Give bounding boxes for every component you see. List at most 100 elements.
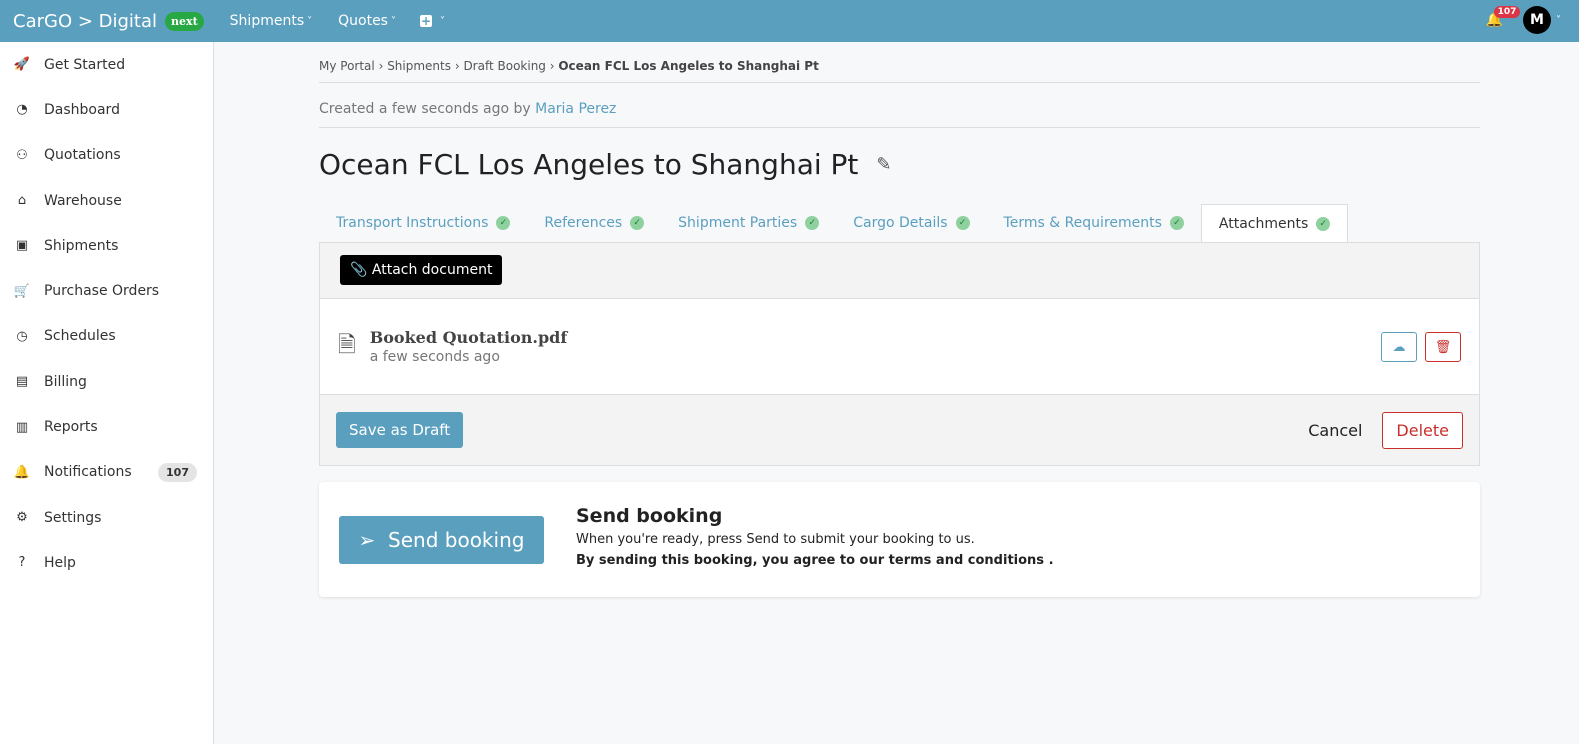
warehouse-icon: ⌂ (17, 193, 27, 209)
check-circle-icon: ✓ (1316, 216, 1331, 231)
file-time: a few seconds ago (369, 349, 500, 365)
brand-name: CarGO > Digital (13, 10, 158, 32)
sidebar-item-label: Help (44, 554, 76, 571)
sidebar-item-warehouse[interactable]: ⌂ Warehouse (0, 178, 213, 223)
save-draft-button[interactable]: Save as Draft (336, 412, 464, 448)
sidebar-item-notifications[interactable]: 🔔 Notifications 107 (0, 450, 213, 495)
gear-icon: ⚙ (16, 510, 28, 526)
attachment-item: 🗎 Booked Quotation.pdf a few seconds ago … (320, 299, 1479, 395)
attach-label: Attach document (371, 262, 493, 278)
tab-attachments[interactable]: Attachments ✓ (1200, 204, 1349, 242)
tab-label: Terms & Requirements (1003, 215, 1162, 231)
creator-link[interactable]: Maria Perez (535, 101, 616, 117)
created-text: Created a few seconds ago by (319, 101, 531, 117)
paper-plane-icon: ➢ (358, 527, 376, 552)
help-icon: ? (18, 555, 26, 571)
gauge-icon: ◔ (16, 102, 28, 118)
clock-icon: ◷ (16, 328, 28, 344)
send-booking-button[interactable]: ➢ Send booking (339, 515, 544, 564)
edit-icon[interactable]: ✎ (876, 154, 891, 175)
tab-transport-instructions[interactable]: Transport Instructions ✓ (319, 204, 527, 242)
sidebar-item-label: Dashboard (44, 101, 120, 118)
send-booking-card: ➢ Send booking Send booking When you're … (319, 482, 1480, 597)
file-name[interactable]: Booked Quotation.pdf (370, 328, 568, 347)
delete-button[interactable]: Delete (1382, 411, 1463, 449)
plus-icon: + (419, 14, 432, 28)
billing-icon: ▤ (15, 374, 29, 390)
create-menu[interactable]: + ˅ (419, 14, 445, 28)
chevron-down-icon[interactable]: ˅ (1556, 15, 1561, 26)
tab-label: Cargo Details (853, 215, 948, 231)
rocket-icon: 🚀 (13, 57, 31, 73)
send-button-label: Send booking (388, 527, 525, 552)
paperclip-icon: 📎 (350, 262, 368, 278)
sidebar-item-label: Warehouse (44, 192, 122, 209)
sidebar-item-label: Shipments (44, 237, 119, 254)
notification-count: 107 (1493, 6, 1521, 18)
cart-icon: 🛒 (13, 283, 31, 299)
check-circle-icon: ✓ (630, 216, 645, 230)
sidebar-item-label: Schedules (44, 328, 116, 345)
main-content: My Portal › Shipments › Draft Booking › … (319, 42, 1480, 597)
next-badge: next (165, 11, 204, 31)
notifications-button[interactable]: 🔔 107 (1486, 6, 1521, 28)
breadcrumb-draft-booking[interactable]: Draft Booking (463, 59, 545, 73)
handshake-icon: ⚇ (16, 147, 28, 163)
nav-quotes[interactable]: Quotes ˅ (338, 13, 396, 29)
sidebar-item-dashboard[interactable]: ◔ Dashboard (0, 87, 213, 132)
sidebar-item-label: Billing (44, 373, 87, 390)
breadcrumb: My Portal › Shipments › Draft Booking › … (319, 59, 1480, 83)
check-circle-icon: ✓ (1169, 216, 1184, 230)
terms-text[interactable]: By sending this booking, you agree to ou… (576, 553, 1054, 568)
sidebar-item-label: Settings (44, 509, 102, 526)
chart-icon: ▥ (15, 419, 29, 435)
sidebar-item-billing[interactable]: ▤ Billing (0, 359, 213, 404)
delete-file-button[interactable]: 🗑 (1425, 331, 1461, 362)
chevron-down-icon: ˅ (390, 15, 396, 27)
breadcrumb-my-portal[interactable]: My Portal (319, 59, 375, 73)
breadcrumb-shipments[interactable]: Shipments (387, 59, 451, 73)
nav-label: Shipments (229, 13, 305, 29)
sidebar-item-schedules[interactable]: ◷ Schedules (0, 314, 213, 359)
tab-label: References (544, 215, 623, 231)
sidebar-item-shipments[interactable]: ▣ Shipments (0, 223, 213, 268)
title-text: Ocean FCL Los Angeles to Shanghai Pt (319, 148, 859, 181)
sidebar-item-quotations[interactable]: ⚇ Quotations (0, 133, 213, 178)
download-button[interactable]: ☁ (1381, 331, 1417, 362)
sidebar-item-get-started[interactable]: 🚀 Get Started (0, 42, 213, 87)
chevron-down-icon: ˅ (439, 15, 445, 27)
cloud-download-icon: ☁ (1392, 338, 1406, 354)
tab-references[interactable]: References ✓ (527, 204, 661, 242)
avatar[interactable]: M (1523, 6, 1551, 34)
attach-document-button[interactable]: 📎 Attach document (340, 255, 503, 285)
page-title: Ocean FCL Los Angeles to Shanghai Pt ✎ (319, 148, 1480, 181)
sidebar-item-purchase-orders[interactable]: 🛒 Purchase Orders (0, 268, 213, 313)
tab-label: Transport Instructions (336, 215, 489, 231)
created-info: Created a few seconds ago by Maria Perez (319, 83, 1480, 128)
brand-logo[interactable]: CarGO > Digital next (13, 11, 204, 32)
tab-terms-requirements[interactable]: Terms & Requirements ✓ (987, 204, 1201, 242)
sidebar-item-reports[interactable]: ▥ Reports (0, 404, 213, 449)
sidebar-item-help[interactable]: ? Help (0, 540, 213, 585)
tab-label: Attachments (1218, 215, 1309, 232)
breadcrumb-current: Ocean FCL Los Angeles to Shanghai Pt (558, 59, 819, 73)
tab-label: Shipment Parties (678, 215, 798, 231)
check-circle-icon: ✓ (805, 216, 820, 230)
cancel-button[interactable]: Cancel (1288, 412, 1382, 449)
tab-shipment-parties[interactable]: Shipment Parties ✓ (661, 204, 836, 242)
nav-shipments[interactable]: Shipments ˅ (230, 13, 312, 29)
chevron-down-icon: ˅ (307, 15, 313, 27)
sidebar-item-label: Reports (44, 419, 98, 436)
nav-label: Quotes (338, 13, 388, 29)
sidebar-item-label: Get Started (44, 56, 126, 73)
pdf-file-icon: 🗎 (338, 332, 356, 358)
check-circle-icon: ✓ (955, 216, 970, 230)
tab-cargo-details[interactable]: Cargo Details ✓ (836, 204, 986, 242)
sidebar: 🚀 Get Started ◔ Dashboard ⚇ Quotations ⌂ Wareho… (0, 42, 214, 744)
sidebar-item-label: Notifications (44, 464, 132, 481)
bell-icon: 🔔 (13, 464, 31, 480)
sidebar-item-label: Quotations (44, 147, 121, 164)
sidebar-item-label: Purchase Orders (44, 283, 160, 300)
send-description: When you're ready, press Send to submit … (576, 532, 975, 547)
sidebar-item-settings[interactable]: ⚙ Settings (0, 495, 213, 540)
